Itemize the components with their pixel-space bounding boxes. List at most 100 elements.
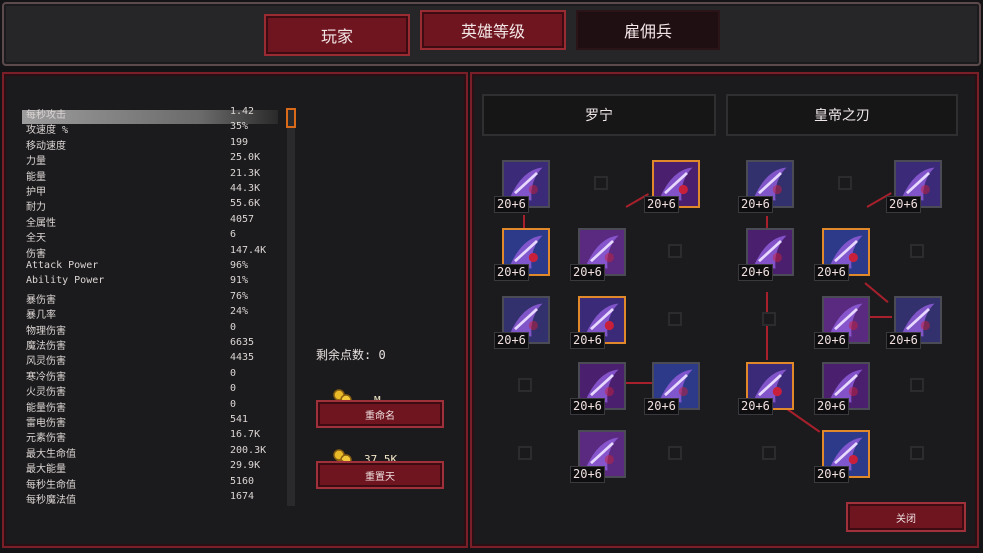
stat-value: 55.6K (230, 198, 261, 210)
stat-name: Attack Power (26, 260, 99, 271)
stat-name: 雷电伤害 (26, 418, 66, 429)
locked-skill-slot[interactable] (518, 446, 532, 460)
skill-level-label: 20+6 (494, 264, 529, 281)
skill-level-label: 20+6 (644, 196, 679, 213)
stat-name: 魔法伤害 (26, 341, 66, 352)
stat-value: 91% (230, 275, 249, 287)
stat-name: 耐力 (26, 202, 46, 214)
skill-level-label: 20+6 (494, 332, 529, 349)
locked-skill-slot[interactable] (762, 312, 776, 326)
stat-value: 35% (230, 121, 249, 133)
stat-value: 0 (230, 398, 237, 410)
stat-name: 伤害 (26, 248, 46, 260)
skill-level-label: 20+6 (570, 332, 605, 349)
remaining-points-label: 剩余点数: (316, 348, 372, 362)
skill-level-label: 20+6 (570, 264, 605, 281)
stat-name: 火灵伤害 (26, 387, 66, 399)
stat-value: 0 (230, 383, 237, 395)
skill-level-label: 20+6 (738, 196, 773, 213)
stat-value: 4057 (230, 213, 255, 225)
stat-name: 护甲 (26, 187, 46, 198)
locked-skill-slot[interactable] (910, 244, 924, 258)
stat-value: 0 (230, 367, 237, 379)
stat-value: 541 (230, 414, 249, 425)
rename-button[interactable]: 重命名 (316, 400, 444, 428)
close-button[interactable]: 关闭 (846, 502, 966, 532)
stat-name: 移动速度 (26, 140, 66, 152)
stat-name: 能量伤害 (26, 402, 66, 414)
skill-connector (626, 382, 652, 384)
tree-header-emperor-blade: 皇帝之刃 (726, 94, 958, 136)
tab-hero-level[interactable]: 英雄等级 (420, 10, 566, 50)
stat-name: 最大生命值 (26, 448, 76, 460)
stat-name: 元素伤害 (26, 433, 66, 445)
stat-name: 能量 (26, 171, 46, 183)
stat-value: 147.4K (230, 244, 267, 256)
stat-value: 44.3K (230, 183, 261, 194)
skill-level-label: 20+6 (570, 398, 605, 415)
stat-name: 暴伤害 (26, 294, 56, 306)
stats-scroll-thumb[interactable] (286, 108, 296, 128)
locked-skill-slot[interactable] (668, 446, 682, 460)
skill-connector (766, 216, 768, 228)
tab-mercenary[interactable]: 雇佣兵 (576, 10, 720, 50)
stat-value: 200.3K (230, 444, 267, 456)
remaining-points-value: 0 (378, 348, 386, 362)
stat-value: 96% (230, 260, 249, 271)
stat-name: 暴几率 (26, 310, 56, 322)
stat-value: 4435 (230, 352, 255, 364)
locked-skill-slot[interactable] (838, 176, 852, 190)
stat-name: 每秒生命值 (26, 479, 76, 491)
stat-name: Ability Power (26, 275, 105, 287)
stats-scrollbar[interactable] (287, 110, 295, 506)
skill-level-label: 20+6 (814, 264, 849, 281)
stat-name: 每秒攻击 (26, 110, 66, 121)
stat-value: 6 (230, 229, 237, 241)
stat-value: 1674 (230, 491, 255, 502)
stat-value: 21.3K (230, 167, 261, 179)
skill-level-label: 20+6 (886, 196, 921, 213)
stat-name: 全天 (26, 233, 46, 245)
skill-level-label: 20+6 (738, 264, 773, 281)
stat-name: 每秒魔法值 (26, 495, 76, 506)
stat-value: 199 (230, 136, 249, 148)
stat-value: 24% (230, 306, 249, 318)
remaining-points: 剩余点数: 0 (316, 346, 386, 363)
stat-name: 攻速度 % (26, 125, 69, 137)
skill-level-label: 20+6 (886, 332, 921, 349)
stat-value: 5160 (230, 475, 255, 487)
skill-level-label: 20+6 (644, 398, 679, 415)
stat-name: 最大能量 (26, 464, 66, 476)
skill-level-label: 20+6 (814, 466, 849, 483)
stat-name: 力量 (26, 156, 46, 168)
stat-name: 寒冷伤害 (26, 371, 66, 383)
stat-value: 29.9K (230, 460, 261, 472)
stat-value: 76% (230, 290, 249, 302)
stat-value: 16.7K (230, 429, 261, 441)
skill-connector (868, 316, 892, 318)
locked-skill-slot[interactable] (594, 176, 608, 190)
reset-button[interactable]: 重置天 (316, 461, 444, 489)
stat-value: 25.0K (230, 152, 261, 164)
stat-value: 6635 (230, 337, 255, 348)
stat-name: 全属性 (26, 217, 56, 229)
stat-value: 1.42 (230, 106, 255, 117)
skill-connector (523, 215, 525, 229)
tree-header-ronin: 罗宁 (482, 94, 716, 136)
locked-skill-slot[interactable] (910, 378, 924, 392)
skill-level-label: 20+6 (814, 332, 849, 349)
stat-name: 风灵伤害 (26, 356, 66, 368)
skill-level-label: 20+6 (570, 466, 605, 483)
stat-value: 0 (230, 321, 237, 333)
stat-name: 物理伤害 (26, 325, 66, 337)
skill-level-label: 20+6 (814, 398, 849, 415)
locked-skill-slot[interactable] (762, 446, 776, 460)
locked-skill-slot[interactable] (668, 244, 682, 258)
locked-skill-slot[interactable] (518, 378, 532, 392)
tab-player[interactable]: 玩家 (264, 14, 410, 56)
locked-skill-slot[interactable] (910, 446, 924, 460)
skill-level-label: 20+6 (494, 196, 529, 213)
locked-skill-slot[interactable] (668, 312, 682, 326)
skill-level-label: 20+6 (738, 398, 773, 415)
skill-connector (766, 292, 768, 360)
